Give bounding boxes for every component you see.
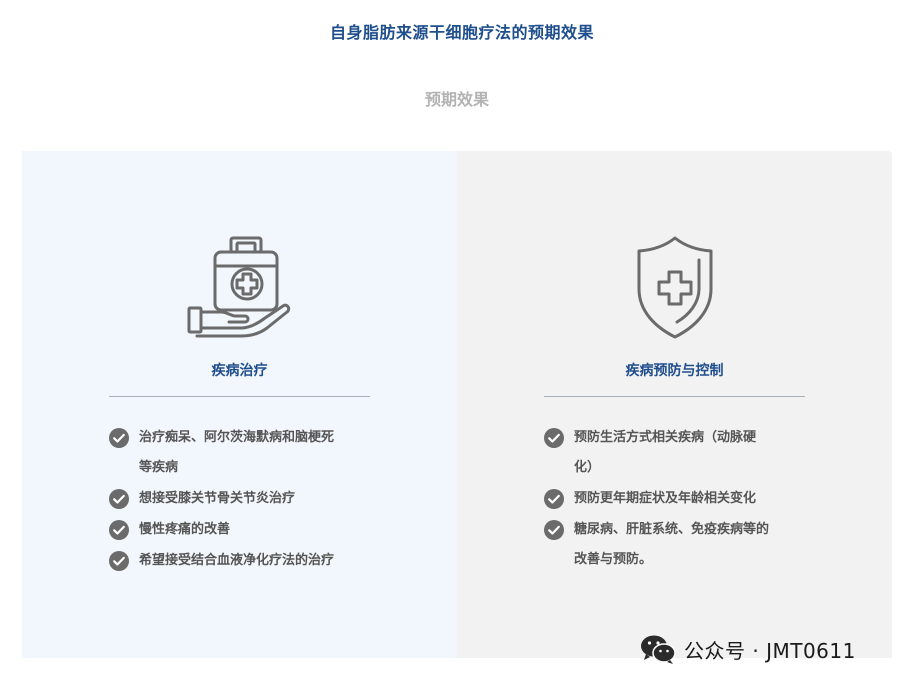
list-item-text: 糖尿病、肝脏系统、免疫疾病等的 — [574, 522, 770, 537]
watermark-text: 公众号 · JMT0611 — [684, 638, 856, 663]
checkmark-circle-icon — [544, 489, 564, 509]
section-subtitle: 预期效果 — [424, 90, 489, 109]
list-item-text: 想接受膝关节骨关节炎治疗 — [139, 491, 296, 506]
checkmark-circle-icon — [109, 428, 129, 448]
page-title: 自身脂肪来源干细胞疗法的预期效果 — [329, 23, 594, 42]
medical-kit-hand-icon — [187, 236, 291, 344]
list-item: 想接受膝关节骨关节炎治疗 — [109, 484, 409, 514]
list-item: 糖尿病、肝脏系统、免疫疾病等的 改善与预防。 — [544, 515, 844, 575]
prevention-list: 预防生活方式相关疾病（动脉硬 化） 预防更年期症状及年龄相关变化 糖尿病、肝脏系统、免… — [544, 423, 844, 576]
list-item-text: 化） — [574, 460, 601, 475]
list-item: 治疗痴呆、阿尔茨海默病和脑梗死 等疾病 — [109, 423, 409, 483]
shield-cross-icon — [635, 236, 715, 344]
list-item-text: 希望接受结合血液净化疗法的治疗 — [139, 553, 335, 568]
prevention-heading: 疾病预防与控制 — [625, 363, 724, 379]
watermark: 公众号 · JMT0611 — [640, 633, 856, 665]
treatment-list: 治疗痴呆、阿尔茨海默病和脑梗死 等疾病想接受膝关节骨关节炎治疗 慢性疼痛的改善希望接… — [109, 423, 409, 577]
list-item-text: 预防更年期症状及年龄相关变化 — [574, 491, 757, 506]
treatment-panel: 疾病治疗 治疗痴呆、阿尔茨海默病和脑梗死 等疾病想接受膝关节骨关节炎治疗 慢性疼痛的… — [22, 151, 457, 658]
checkmark-circle-icon — [544, 520, 564, 540]
checkmark-circle-icon — [109, 520, 129, 540]
list-item: 预防更年期症状及年龄相关变化 — [544, 484, 844, 514]
treatment-divider — [109, 396, 370, 397]
prevention-divider — [544, 396, 805, 397]
prevention-panel: 疾病预防与控制 预防生活方式相关疾病（动脉硬 化） 预防更年期症状及年龄相关变化 糖尿… — [457, 151, 892, 658]
checkmark-circle-icon — [109, 551, 129, 571]
list-item: 预防生活方式相关疾病（动脉硬 化） — [544, 423, 844, 483]
list-item: 慢性疼痛的改善 — [109, 515, 409, 545]
checkmark-circle-icon — [109, 489, 129, 509]
list-item: 希望接受结合血液净化疗法的治疗 — [109, 546, 409, 576]
list-item-text: 改善与预防。 — [574, 552, 653, 567]
list-item-text: 慢性疼痛的改善 — [139, 522, 231, 537]
treatment-heading: 疾病治疗 — [211, 363, 268, 379]
checkmark-circle-icon — [544, 428, 564, 448]
list-item-text: 预防生活方式相关疾病（动脉硬 — [574, 430, 757, 445]
list-item-text: 治疗痴呆、阿尔茨海默病和脑梗死 — [139, 430, 335, 445]
wechat-icon — [641, 635, 676, 664]
list-item-text: 等疾病 — [139, 460, 179, 475]
